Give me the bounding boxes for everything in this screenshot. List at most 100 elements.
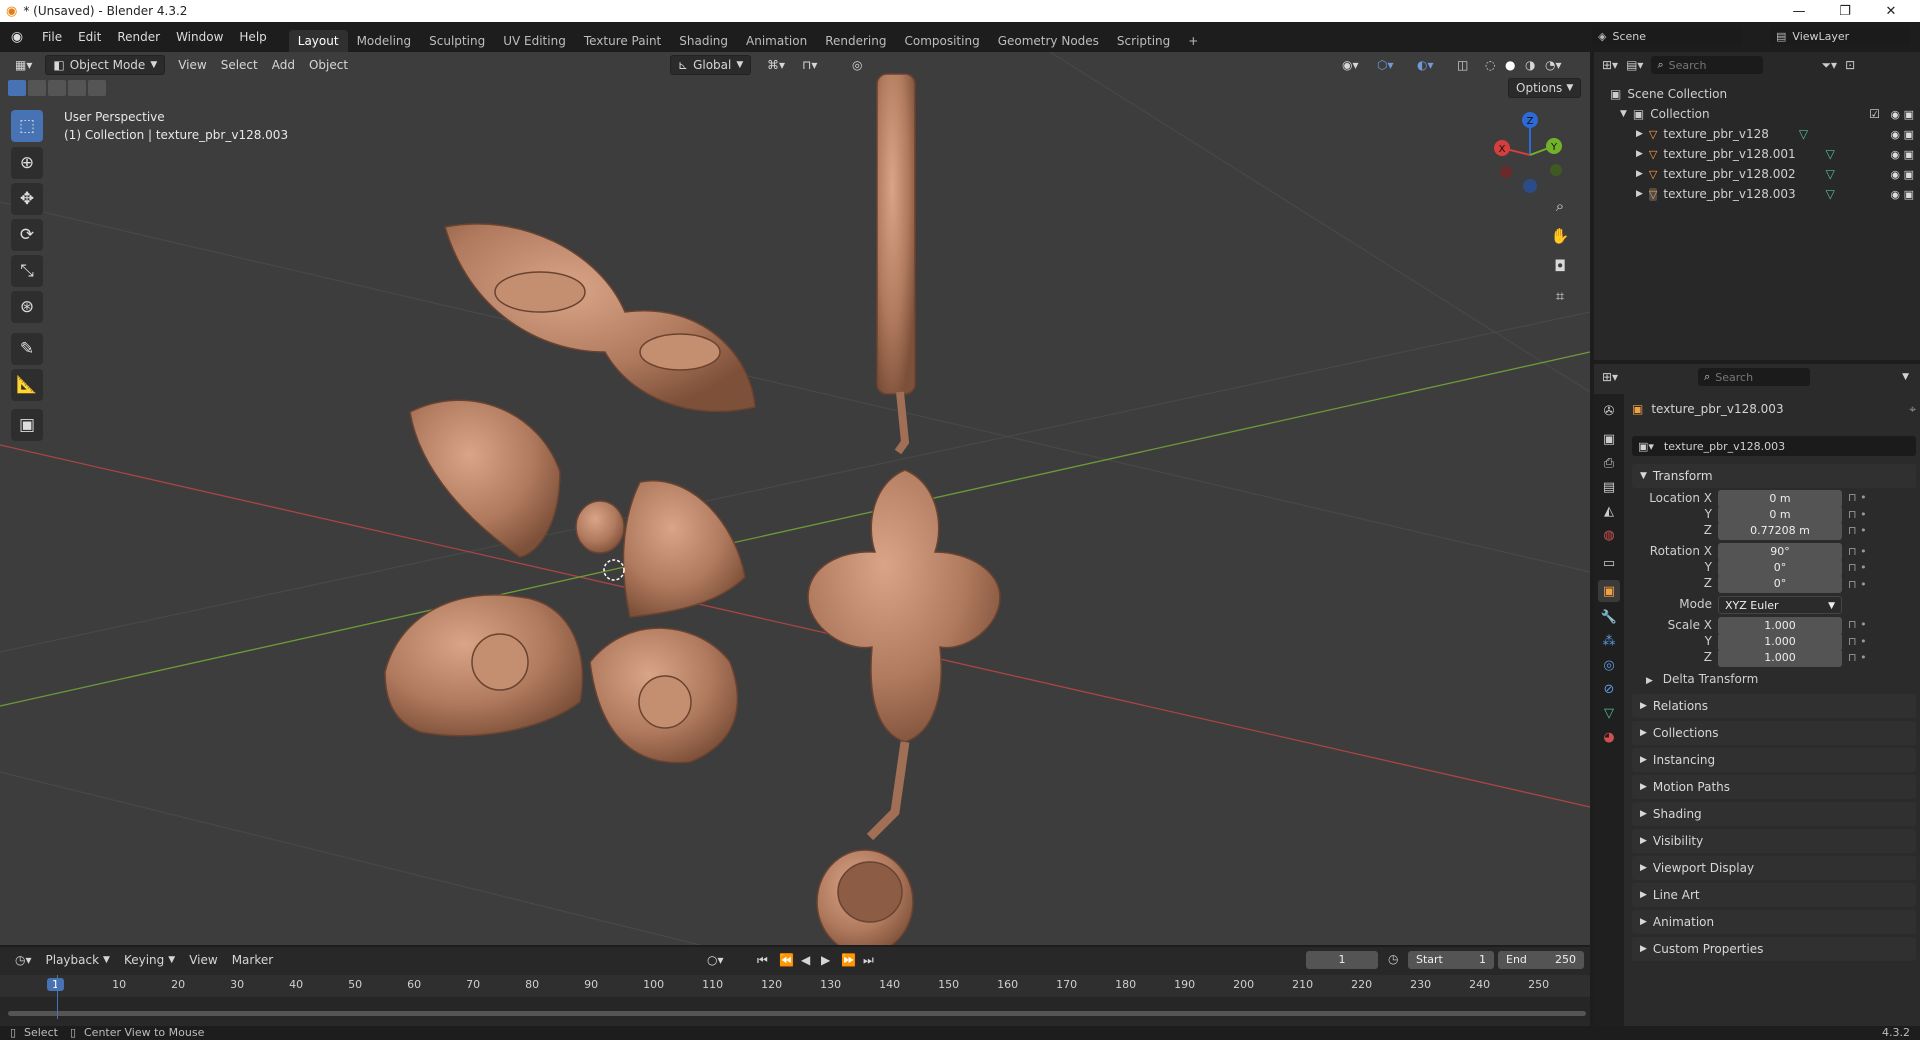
select-mode-subtract-icon[interactable]: [48, 80, 66, 96]
animation-panel-header[interactable]: ▶ Animation: [1632, 910, 1916, 934]
physics-tab-icon[interactable]: ◎: [1598, 654, 1620, 676]
shading-panel-header[interactable]: ▶ Shading: [1632, 802, 1916, 826]
object-tab-icon[interactable]: ▣: [1598, 580, 1620, 602]
menu-view[interactable]: View: [171, 55, 213, 75]
menu-timeline-view[interactable]: View: [182, 950, 224, 970]
tool-rotate[interactable]: ⟳: [11, 219, 43, 251]
zoom-icon[interactable]: ⌕: [1546, 192, 1574, 220]
data-tab-icon[interactable]: ▽: [1598, 702, 1620, 724]
world-tab-icon[interactable]: ◍: [1598, 524, 1620, 546]
lock-icon[interactable]: ⊓ •: [1848, 617, 1867, 634]
rotation-z-field[interactable]: 0°: [1718, 575, 1842, 593]
tool-move[interactable]: ✥: [11, 183, 43, 215]
expand-icon[interactable]: ▶: [1636, 169, 1643, 179]
blender-menu-icon[interactable]: ◉: [0, 29, 34, 45]
collection-checkbox-icon[interactable]: ☑: [1869, 107, 1880, 121]
menu-playback[interactable]: Playback ▼: [39, 950, 117, 970]
tool-tab-icon[interactable]: ✇: [1598, 400, 1620, 422]
display-mode-icon[interactable]: ▤▾: [1626, 58, 1643, 72]
add-workspace-button[interactable]: +: [1179, 30, 1207, 52]
tab-compositing[interactable]: Compositing: [895, 30, 988, 52]
filter-icon[interactable]: ⏷▾: [1821, 58, 1837, 73]
render-tab-icon[interactable]: ▣: [1598, 428, 1620, 450]
select-mode-intersect-icon[interactable]: [88, 80, 106, 96]
tool-transform[interactable]: ⊛: [11, 291, 43, 323]
snap-icon[interactable]: ⊓▾: [795, 55, 824, 75]
viewport-scene[interactable]: [0, 52, 1590, 945]
lock-icon[interactable]: ⊓ •: [1848, 544, 1867, 561]
current-frame-field[interactable]: 1: [1306, 951, 1378, 969]
collapse-icon[interactable]: ▼: [1620, 109, 1627, 119]
3d-viewport[interactable]: ▦▾ ◧ Object Mode ▼ View Select Add Objec…: [0, 52, 1590, 945]
menu-render[interactable]: Render: [109, 26, 168, 48]
modifier-tab-icon[interactable]: 🔧: [1598, 606, 1620, 628]
expand-icon[interactable]: ▶: [1636, 149, 1643, 159]
xray-icon[interactable]: ◫: [1450, 55, 1475, 75]
delta-transform-header[interactable]: ▶ Delta Transform: [1646, 672, 1758, 686]
instancing-panel-header[interactable]: ▶ Instancing: [1632, 748, 1916, 772]
menu-select[interactable]: Select: [214, 55, 265, 75]
view-layer-tab-icon[interactable]: ▤: [1598, 476, 1620, 498]
maximize-button[interactable]: ❐: [1822, 0, 1868, 22]
timeline-ruler[interactable]: 1 10 20 30 40 50 60 70 80 90 100 110 120 130 140 150 160…: [0, 975, 1590, 997]
timeline-track-area[interactable]: [0, 997, 1590, 1019]
tab-layout[interactable]: Layout: [288, 30, 348, 52]
scale-z-field[interactable]: 1.000: [1718, 649, 1842, 667]
tab-modeling[interactable]: Modeling: [348, 30, 421, 52]
location-z-field[interactable]: 0.77208 m: [1718, 522, 1842, 540]
outliner-search[interactable]: ⌕ Search: [1651, 56, 1764, 74]
timeline-scrollbar[interactable]: [8, 1011, 1586, 1016]
material-tab-icon[interactable]: ◕: [1598, 726, 1620, 748]
proportional-edit-icon[interactable]: ◎: [845, 55, 869, 75]
collection-tab-icon[interactable]: ▭: [1598, 552, 1620, 574]
select-mode-invert-icon[interactable]: [68, 80, 86, 96]
start-frame-field[interactable]: Start 1: [1408, 951, 1494, 969]
menu-file[interactable]: File: [34, 26, 70, 48]
tab-geometry-nodes[interactable]: Geometry Nodes: [989, 30, 1108, 52]
orientation-selector[interactable]: ⊾ Global ▼: [670, 55, 752, 75]
outliner-object-row[interactable]: ▶ ▽ texture_pbr_v128.001 ▽ ◉ ▣: [1594, 144, 1920, 164]
options-button[interactable]: Options ▼: [1508, 78, 1582, 98]
auto-keying-icon[interactable]: ○▾: [700, 950, 731, 970]
visibility-panel-header[interactable]: ▶ Visibility: [1632, 829, 1916, 853]
motion-paths-panel-header[interactable]: ▶ Motion Paths: [1632, 775, 1916, 799]
lock-icon[interactable]: ⊓ •: [1848, 650, 1867, 667]
end-frame-field[interactable]: End 250: [1498, 951, 1584, 969]
menu-add[interactable]: Add: [265, 55, 302, 75]
menu-object[interactable]: Object: [302, 55, 355, 75]
tool-measure[interactable]: 📐: [11, 369, 43, 401]
pan-hand-icon[interactable]: ✋: [1546, 222, 1574, 250]
properties-editor-icon[interactable]: ⊞▾: [1602, 370, 1618, 384]
scene-collection-row[interactable]: ▣ Scene Collection: [1594, 84, 1920, 104]
jump-end-icon[interactable]: ⏭: [856, 950, 881, 970]
relations-panel-header[interactable]: ▶ Relations: [1632, 694, 1916, 718]
viewlayer-selector[interactable]: ▤ ViewLayer: [1770, 27, 1910, 45]
tool-select-box[interactable]: ⬚: [11, 110, 43, 142]
camera-icon[interactable]: ▣: [1904, 188, 1914, 201]
gizmo-toggle-icon[interactable]: ⬡▾: [1370, 55, 1401, 75]
navigation-gizmo[interactable]: Z X Y: [1490, 110, 1570, 200]
tab-animation[interactable]: Animation: [737, 30, 816, 52]
tool-scale[interactable]: ⤡: [11, 255, 43, 287]
mode-selector[interactable]: ◧ Object Mode ▼: [45, 55, 166, 75]
lock-icon[interactable]: ⊓ •: [1848, 577, 1867, 594]
tool-annotate[interactable]: ✎: [11, 333, 43, 365]
scene-selector[interactable]: ◈ Scene: [1592, 27, 1742, 45]
menu-help[interactable]: Help: [231, 26, 274, 48]
preview-range-icon[interactable]: ◷: [1388, 952, 1398, 966]
rotation-mode-select[interactable]: XYZ Euler ▼: [1718, 596, 1842, 614]
tab-rendering[interactable]: Rendering: [816, 30, 895, 52]
expand-icon[interactable]: ▶: [1636, 129, 1643, 139]
lock-icon[interactable]: ⊓ •: [1848, 523, 1867, 540]
expand-icon[interactable]: ▶: [1636, 189, 1643, 199]
pivot-icon[interactable]: ⌘▾: [760, 55, 792, 75]
camera-view-icon[interactable]: ◘: [1546, 252, 1574, 280]
tab-shading[interactable]: Shading: [670, 30, 737, 52]
output-tab-icon[interactable]: ⎙: [1598, 452, 1620, 474]
chevron-down-icon[interactable]: ▼: [1902, 372, 1909, 382]
eye-icon[interactable]: ◉: [1890, 168, 1900, 181]
lock-icon[interactable]: ⊓ •: [1848, 634, 1867, 651]
close-button[interactable]: ✕: [1868, 0, 1914, 22]
timeline-editor-icon[interactable]: ◷▾: [8, 950, 39, 970]
constraints-tab-icon[interactable]: ⊘: [1598, 678, 1620, 700]
